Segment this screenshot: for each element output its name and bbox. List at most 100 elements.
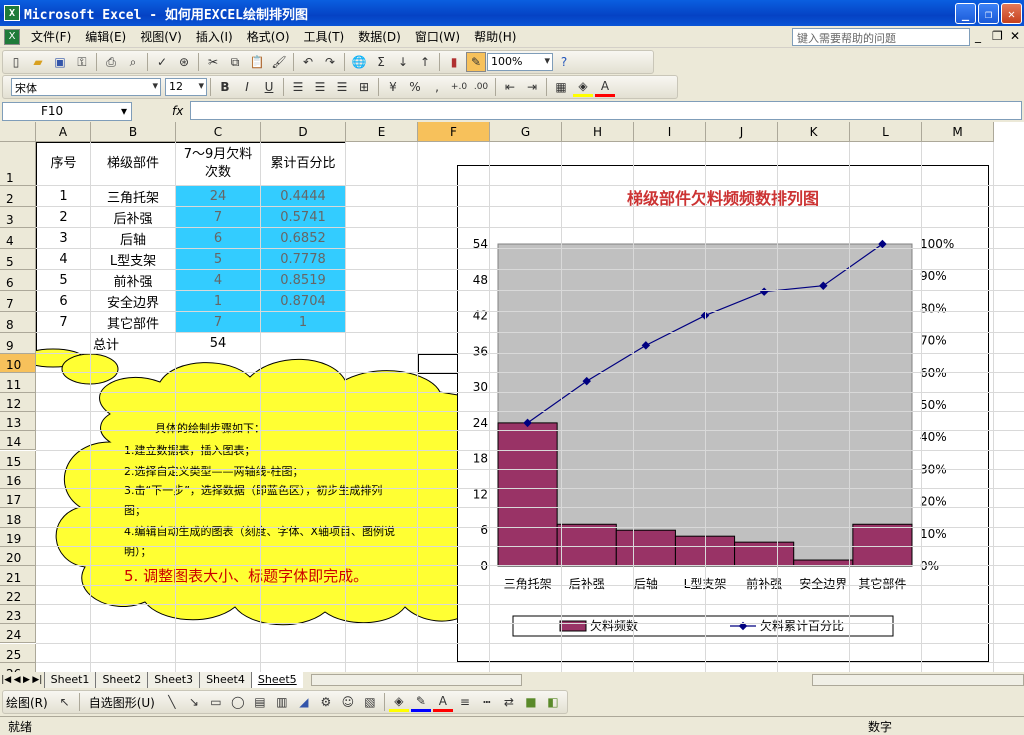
arrow-style-icon[interactable]: ⇄ — [499, 692, 519, 712]
fill-color-draw-icon[interactable]: ◈ — [388, 692, 409, 712]
minimize-button[interactable]: _ — [955, 3, 976, 24]
borders-icon[interactable]: ▦ — [551, 77, 571, 97]
zoom-select[interactable]: 100% — [487, 53, 553, 71]
diagram-icon[interactable]: ⚙ — [316, 692, 336, 712]
menu-file[interactable]: 文件(F) — [24, 28, 78, 45]
formula-input[interactable] — [190, 101, 1022, 120]
menu-window[interactable]: 窗口(W) — [408, 28, 467, 45]
3d-icon[interactable]: ◧ — [543, 692, 563, 712]
hyperlink-icon[interactable]: 🌐 — [349, 52, 369, 72]
pareto-chart[interactable]: 梯级部件欠料频频数排列图0612182430364248540%10%20%30… — [457, 165, 989, 662]
clipart-icon[interactable]: ☺ — [338, 692, 358, 712]
row-header-9[interactable]: 9 — [0, 333, 36, 354]
maximize-button[interactable]: ❐ — [978, 3, 999, 24]
column-header-d[interactable]: D — [261, 122, 346, 142]
redo-icon[interactable]: ↷ — [320, 52, 340, 72]
sort-descending-icon[interactable]: ↑ — [415, 52, 435, 72]
menu-help[interactable]: 帮助(H) — [467, 28, 523, 45]
tab-sheet1[interactable]: Sheet1 — [43, 672, 96, 688]
oval-icon[interactable]: ◯ — [228, 692, 248, 712]
row-header-17[interactable]: 17 — [0, 489, 36, 509]
workbook-min-icon[interactable]: _ — [975, 29, 981, 43]
row-header-8[interactable]: 8 — [0, 312, 36, 333]
row-header-23[interactable]: 23 — [0, 604, 36, 625]
row-header-20[interactable]: 20 — [0, 547, 36, 567]
font-color-icon[interactable]: A — [595, 77, 615, 97]
cut-icon[interactable]: ✂ — [203, 52, 223, 72]
row-header-15[interactable]: 15 — [0, 450, 36, 470]
row-header-11[interactable]: 11 — [0, 373, 36, 393]
permission-icon[interactable]: ⚿ — [72, 52, 92, 72]
textbox-icon[interactable]: ▤ — [250, 692, 270, 712]
comma-button[interactable]: , — [427, 77, 447, 97]
row-header-6[interactable]: 6 — [0, 270, 36, 291]
align-right-icon[interactable]: ☰ — [332, 77, 352, 97]
menu-view[interactable]: 视图(V) — [133, 28, 189, 45]
horizontal-scrollbar[interactable] — [812, 674, 1024, 686]
copy-icon[interactable]: ⧉ — [225, 52, 245, 72]
format-painter-icon[interactable]: 🖌 — [269, 52, 289, 72]
next-sheet-icon[interactable]: ▶ — [23, 675, 30, 685]
menu-insert[interactable]: 插入(I) — [189, 28, 240, 45]
vertical-textbox-icon[interactable]: ▥ — [272, 692, 292, 712]
print-icon[interactable]: ⎙ — [101, 52, 121, 72]
column-header-h[interactable]: H — [562, 122, 634, 142]
new-icon[interactable]: ▯ — [6, 52, 26, 72]
last-sheet-icon[interactable]: ▶| — [32, 675, 42, 685]
increase-indent-icon[interactable]: ⇥ — [522, 77, 542, 97]
row-header-24[interactable]: 24 — [0, 624, 36, 644]
tab-sheet3[interactable]: Sheet3 — [147, 672, 200, 688]
column-header-a[interactable]: A — [36, 122, 91, 142]
spelling-icon[interactable]: ✓ — [152, 52, 172, 72]
column-header-i[interactable]: I — [634, 122, 706, 142]
workbook-icon[interactable]: X — [4, 28, 20, 45]
align-center-icon[interactable]: ☰ — [310, 77, 330, 97]
bold-button[interactable]: B — [215, 77, 235, 97]
font-size-select[interactable]: 12 — [165, 78, 207, 96]
line-style-icon[interactable]: ≡ — [455, 692, 475, 712]
fx-icon[interactable]: fx — [172, 104, 183, 118]
undo-icon[interactable]: ↶ — [298, 52, 318, 72]
column-header-k[interactable]: K — [778, 122, 850, 142]
column-header-l[interactable]: L — [850, 122, 922, 142]
line-icon[interactable]: ╲ — [162, 692, 182, 712]
fill-color-icon[interactable]: ◈ — [573, 77, 593, 97]
tab-sheet2[interactable]: Sheet2 — [95, 672, 148, 688]
workbook-restore-icon[interactable]: ❐ — [992, 29, 1003, 43]
row-header-14[interactable]: 14 — [0, 431, 36, 451]
font-color-draw-icon[interactable]: A — [432, 692, 453, 712]
row-header-12[interactable]: 12 — [0, 392, 36, 412]
first-sheet-icon[interactable]: |◀ — [1, 675, 11, 685]
tab-sheet4[interactable]: Sheet4 — [199, 672, 251, 688]
picture-icon[interactable]: ▧ — [360, 692, 380, 712]
column-header-f[interactable]: F — [418, 122, 490, 142]
help-search-input[interactable]: 键入需要帮助的问题 — [792, 28, 970, 46]
column-header-j[interactable]: J — [706, 122, 778, 142]
help-icon[interactable]: ? — [554, 52, 574, 72]
row-header-16[interactable]: 16 — [0, 469, 36, 490]
drawing-icon[interactable]: ✎ — [466, 52, 486, 72]
column-header-c[interactable]: C — [176, 122, 261, 142]
print-preview-icon[interactable]: ⌕ — [123, 52, 143, 72]
menu-tools[interactable]: 工具(T) — [297, 28, 352, 45]
align-left-icon[interactable]: ☰ — [288, 77, 308, 97]
dash-style-icon[interactable]: ┅ — [477, 692, 497, 712]
column-header-b[interactable]: B — [91, 122, 176, 142]
line-color-icon[interactable]: ✎ — [410, 692, 431, 712]
research-icon[interactable]: ⊛ — [174, 52, 194, 72]
column-header-e[interactable]: E — [346, 122, 418, 142]
arrow-icon[interactable]: ↘ — [184, 692, 204, 712]
row-header-18[interactable]: 18 — [0, 508, 36, 528]
merge-center-icon[interactable]: ⊞ — [354, 77, 374, 97]
row-header-13[interactable]: 13 — [0, 411, 36, 432]
name-box[interactable]: F10 — [2, 101, 132, 121]
row-header-1[interactable]: 1 — [0, 142, 36, 186]
row-header-2[interactable]: 2 — [0, 186, 36, 207]
wordart-icon[interactable]: ◢ — [294, 692, 314, 712]
decrease-decimal-icon[interactable]: .00 — [471, 77, 491, 97]
row-header-26[interactable]: 26 — [0, 662, 36, 672]
sort-ascending-icon[interactable]: ↓ — [393, 52, 413, 72]
menu-data[interactable]: 数据(D) — [351, 28, 408, 45]
shadow-icon[interactable]: ■ — [521, 692, 541, 712]
increase-decimal-icon[interactable]: +.0 — [449, 77, 469, 97]
